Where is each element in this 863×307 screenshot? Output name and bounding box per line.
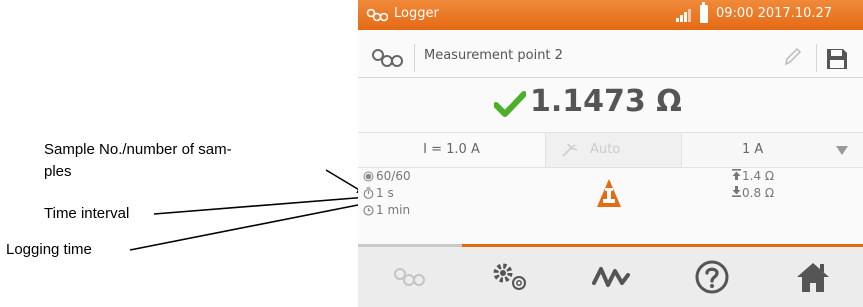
lower-limit-row: 0.8 Ω <box>731 185 774 201</box>
samples-value: 60/60 <box>376 169 411 183</box>
status-clock: 09:00 2017.10.27 <box>716 6 833 21</box>
upper-limit-value: 1.4 Ω <box>742 169 775 183</box>
range-select[interactable]: 1 A <box>682 133 863 167</box>
sample-icon <box>363 171 374 182</box>
measurement-result: 1.1473 Ω <box>358 84 863 128</box>
nav-graph[interactable] <box>560 247 661 307</box>
auto-icon <box>562 143 578 157</box>
auto-mode-button[interactable]: Auto <box>546 133 682 167</box>
nav-settings[interactable] <box>459 247 560 307</box>
nav-home[interactable] <box>762 247 863 307</box>
measurement-name-bar: Measurement point 2 <box>358 38 863 78</box>
annotation-logging-time: Logging time <box>6 241 92 258</box>
upper-limit-row: 1.4 Ω <box>731 168 774 184</box>
divider <box>816 44 817 72</box>
bottom-navbar <box>358 247 863 307</box>
samples-row: 60/60 <box>363 168 411 184</box>
arrow-logging <box>129 200 369 251</box>
warning-icon <box>597 179 621 207</box>
chevron-down-icon <box>836 146 848 155</box>
logger-icon <box>372 49 403 67</box>
battery-icon <box>700 2 708 23</box>
stopwatch-icon <box>363 187 374 199</box>
annotation-interval: Time interval <box>44 205 130 222</box>
signal-icon <box>676 9 691 22</box>
result-value: 1.1473 Ω <box>530 84 682 119</box>
logger-icon <box>393 268 425 286</box>
annotation-samples-line2: ples <box>44 163 72 180</box>
lower-limit-value: 0.8 Ω <box>742 186 775 200</box>
measurement-point-name[interactable]: Measurement point 2 <box>424 48 563 63</box>
lower-limit-icon <box>732 186 741 197</box>
test-current[interactable]: I = 1.0 A <box>358 133 546 167</box>
arrow-interval <box>153 193 369 215</box>
logger-icon <box>366 8 388 22</box>
annotation-samples-line1: Sample No./number of sam- <box>44 141 232 158</box>
upper-limit-icon <box>732 169 741 180</box>
nav-help[interactable] <box>661 247 762 307</box>
info-panel: 60/60 1 s 1 min 1.4 Ω 0.8 Ω <box>358 168 863 248</box>
auto-mode-label: Auto <box>590 142 621 157</box>
divider <box>414 44 415 72</box>
status-bar: Logger 09:00 2017.10.27 <box>358 0 863 30</box>
annotation-samples: Sample No./number of sam- ples <box>44 139 334 183</box>
save-icon[interactable] <box>825 47 849 71</box>
settings-icon <box>493 263 526 290</box>
device-screen: Logger 09:00 2017.10.27 Measurement poin… <box>358 0 863 307</box>
app-title: Logger <box>394 6 439 21</box>
check-icon <box>494 91 526 117</box>
logging-time-value: 1 min <box>376 203 411 217</box>
home-icon <box>796 263 829 292</box>
nav-logger[interactable] <box>358 247 459 307</box>
clock-icon <box>363 205 374 216</box>
help-icon <box>695 260 728 294</box>
graph-icon <box>591 267 630 287</box>
range-value: 1 A <box>742 142 764 157</box>
pencil-icon[interactable] <box>782 46 802 68</box>
interval-value: 1 s <box>376 186 394 200</box>
interval-row: 1 s <box>363 185 394 201</box>
parameter-bar: I = 1.0 A Auto 1 A <box>358 132 863 168</box>
logging-time-row: 1 min <box>363 202 410 218</box>
